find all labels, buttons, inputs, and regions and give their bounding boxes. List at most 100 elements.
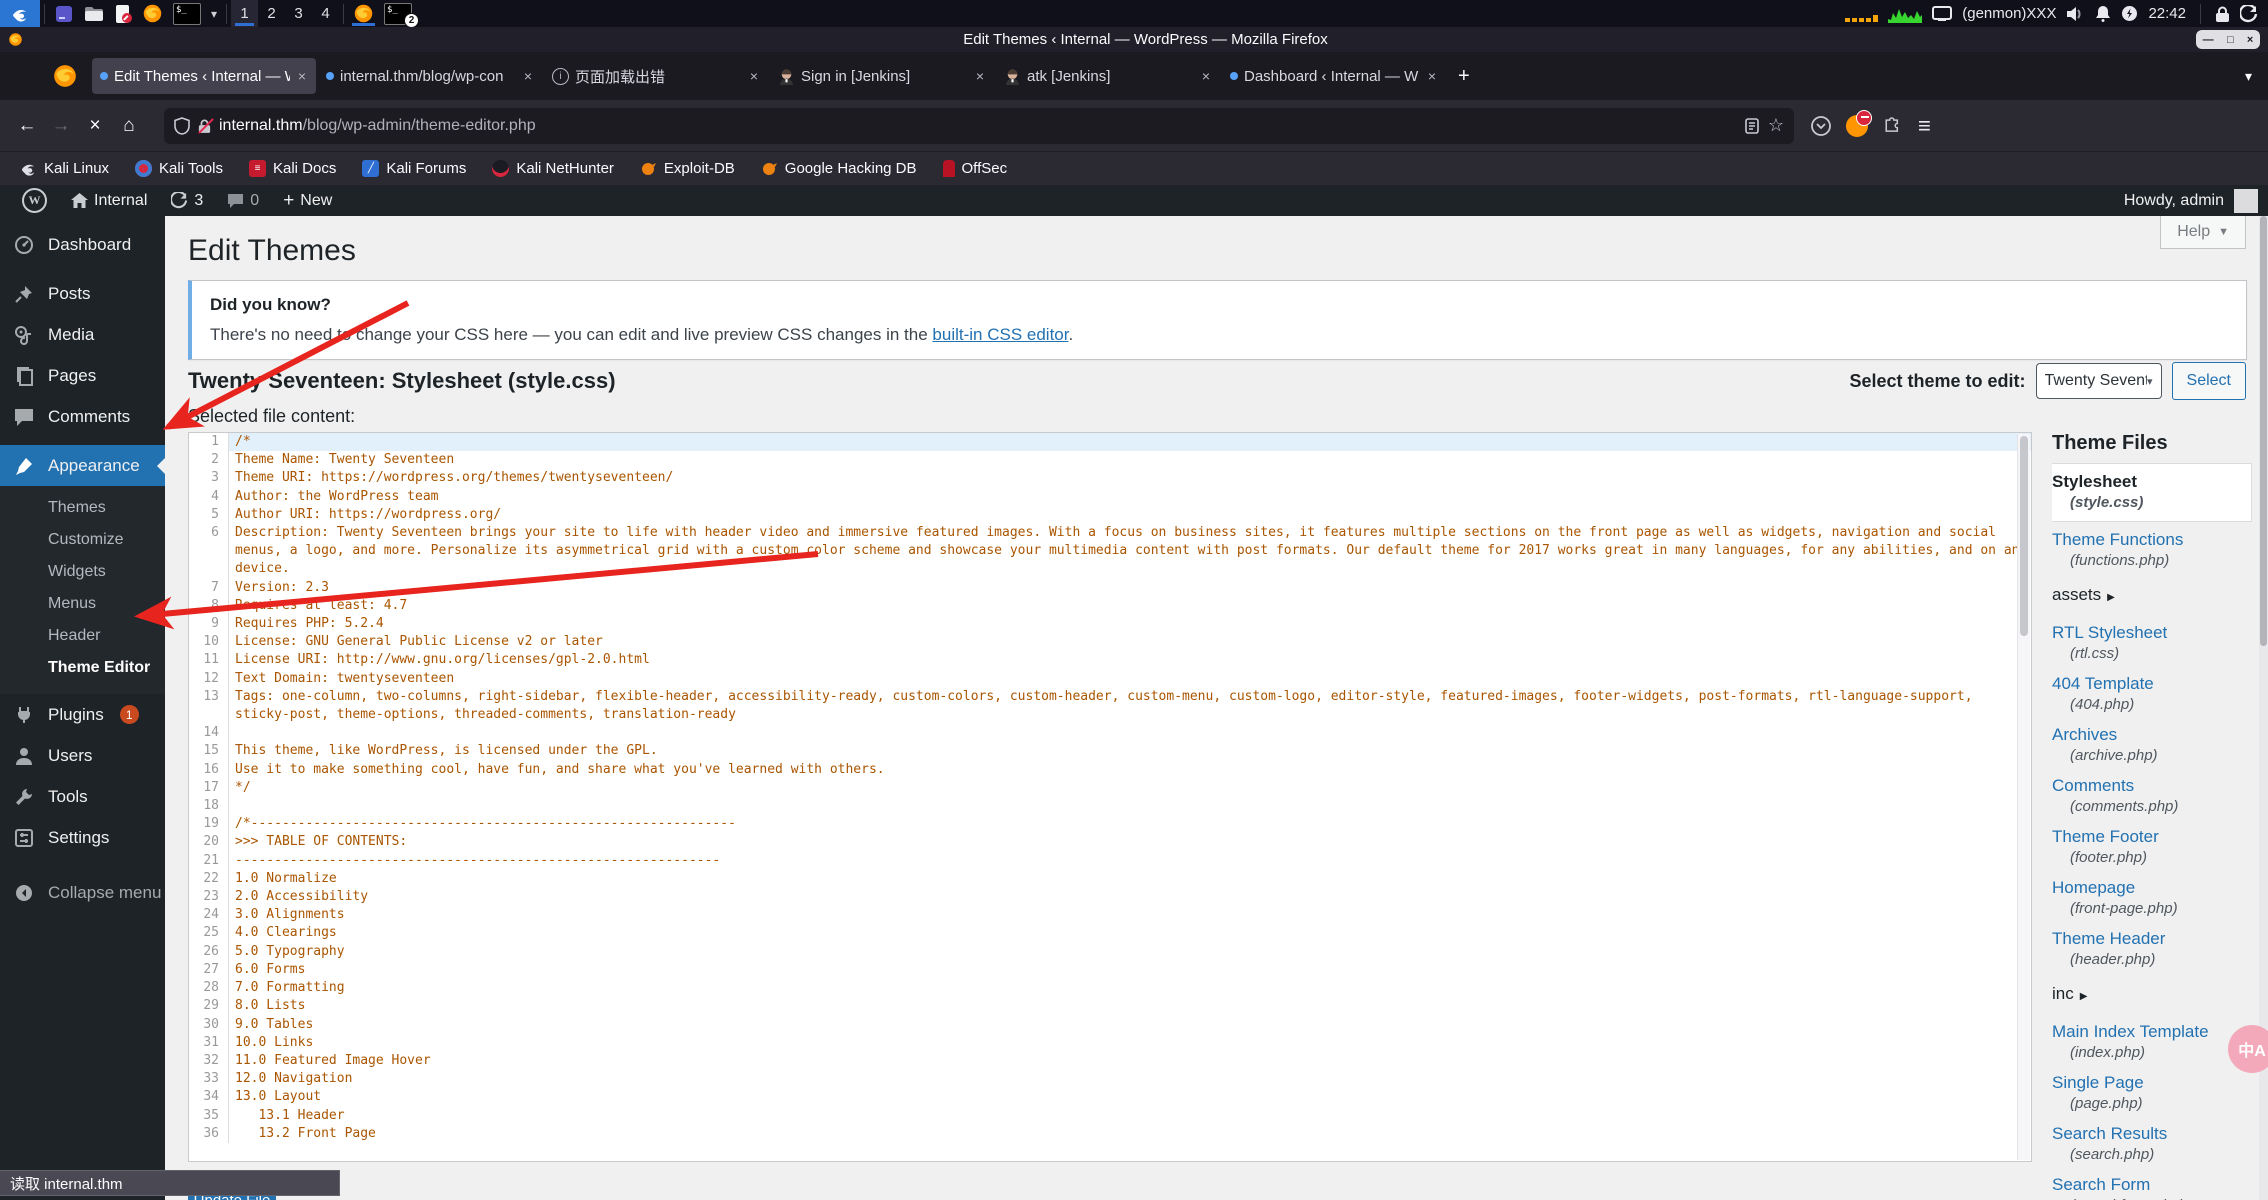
sidebar-item-plugins[interactable]: Plugins 1 (0, 694, 165, 735)
bookmark-offsec[interactable]: OffSec (942, 160, 1007, 177)
tab-close-icon[interactable]: × (974, 68, 986, 84)
theme-file-item[interactable]: Theme Footer▶ (footer.php) (2052, 825, 2252, 870)
theme-file-item[interactable]: Search Form▶ (searchform.php) (2052, 1173, 2252, 1200)
window-titlebar[interactable]: Edit Themes ‹ Internal — WordPress — Moz… (0, 27, 2268, 52)
submenu-themes[interactable]: Themes (0, 492, 165, 524)
code-line[interactable]: 5 Author URI: https://wordpress.org/ (189, 505, 2031, 525)
back-button[interactable]: ← (10, 109, 44, 143)
code-line[interactable]: 13 Tags: one-column, two-columns, right-… (189, 687, 2031, 725)
notifications-bell-icon[interactable] (2095, 5, 2111, 22)
submenu-customize[interactable]: Customize (0, 524, 165, 556)
sidebar-item-appearance[interactable]: Appearance (0, 445, 165, 486)
avatar[interactable] (2234, 188, 2258, 213)
workspace-3[interactable]: 3 (285, 0, 312, 27)
url-bar[interactable]: internal.thm/blog/wp-admin/theme-editor.… (164, 107, 1794, 144)
display-icon[interactable] (1932, 5, 1953, 22)
theme-file-item[interactable]: 404 Template▶ (404.php) (2052, 672, 2252, 717)
site-name-menu[interactable]: Internal (61, 185, 157, 216)
tab-close-icon[interactable]: × (522, 68, 534, 84)
browser-tab-load-error[interactable]: i 页面加载出错 × (544, 58, 768, 94)
url-text[interactable]: internal.thm/blog/wp-admin/theme-editor.… (219, 117, 1736, 135)
sidebar-item-tools[interactable]: Tools (0, 776, 165, 817)
code-line[interactable]: 17 */ (189, 778, 2031, 798)
tab-close-icon[interactable]: × (1426, 68, 1438, 84)
maximize-icon[interactable]: □ (2227, 34, 2234, 46)
firefox-launcher-button[interactable] (137, 0, 168, 27)
theme-file-item[interactable]: assets ▶ (2052, 579, 2252, 615)
theme-file-item[interactable]: Single Page▶ (page.php) (2052, 1071, 2252, 1116)
bookmark-kali-docs[interactable]: ≡ Kali Docs (248, 160, 336, 177)
code-line[interactable]: 32 11.0 Featured Image Hover (189, 1051, 2031, 1071)
list-all-tabs-icon[interactable]: ▾ (2235, 68, 2262, 85)
code-editor[interactable]: 1 /* 2 Theme Name: Twenty Seventeen 3 Th… (188, 432, 2032, 1162)
code-line[interactable]: 30 9.0 Tables (189, 1015, 2031, 1034)
workspace-4[interactable]: 4 (312, 0, 339, 27)
close-icon[interactable]: × (2247, 34, 2253, 46)
code-line[interactable]: 35 13.1 Header (189, 1106, 2031, 1125)
bookmark-ghdb[interactable]: Google Hacking DB (761, 160, 917, 177)
code-line[interactable]: 15 This theme, like WordPress, is licens… (189, 742, 2031, 761)
sidebar-item-pages[interactable]: Pages (0, 355, 165, 396)
submenu-menus[interactable]: Menus (0, 588, 165, 620)
code-line[interactable]: 31 10.0 Links (189, 1033, 2031, 1052)
bookmark-kali-tools[interactable]: Kali Tools (135, 160, 223, 177)
code-line[interactable]: 19 /*-----------------------------------… (189, 815, 2031, 834)
help-button[interactable]: Help ▼ (2160, 216, 2246, 249)
theme-file-item[interactable]: inc ▶ (2052, 978, 2252, 1014)
new-tab-button[interactable]: + (1448, 65, 1480, 88)
insecure-lock-icon[interactable] (198, 118, 211, 134)
code-line[interactable]: 18 (189, 797, 2031, 816)
sidebar-item-comments[interactable]: Comments (0, 396, 165, 437)
theme-file-item[interactable]: Archives▶ (archive.php) (2052, 723, 2252, 768)
clock[interactable]: 22:42 (2148, 5, 2186, 22)
minimize-icon[interactable]: — (2203, 34, 2214, 46)
collapse-menu-button[interactable]: Collapse menu (0, 872, 165, 913)
launcher-dropdown[interactable]: ▾ (206, 0, 222, 27)
code-line[interactable]: 21 -------------------------------------… (189, 851, 2031, 870)
stop-button[interactable]: × (78, 109, 112, 143)
sidebar-item-users[interactable]: Users (0, 735, 165, 776)
sidebar-item-settings[interactable]: Settings (0, 817, 165, 858)
bookmark-kali-linux[interactable]: Kali Linux (20, 160, 109, 177)
volume-icon[interactable] (2066, 6, 2085, 22)
theme-file-item[interactable]: Homepage▶ (front-page.php) (2052, 876, 2252, 921)
bookmark-star-icon[interactable]: ☆ (1768, 115, 1784, 136)
theme-file-item[interactable]: Main Index Template▶ (index.php) (2052, 1020, 2252, 1065)
sidebar-item-dashboard[interactable]: Dashboard (0, 224, 165, 265)
tab-close-icon[interactable]: × (296, 68, 308, 84)
reader-mode-icon[interactable] (1744, 117, 1760, 134)
browser-tab-jenkins-signin[interactable]: Sign in [Jenkins] × (770, 58, 994, 94)
updates-menu[interactable]: 3 (161, 185, 213, 216)
code-line[interactable]: 33 12.0 Navigation (189, 1070, 2031, 1089)
wp-logo-menu[interactable]: W (12, 185, 57, 216)
tab-close-icon[interactable]: × (1200, 68, 1212, 84)
workspace-2[interactable]: 2 (258, 0, 285, 27)
submenu-header[interactable]: Header (0, 620, 165, 652)
code-line[interactable]: 23 2.0 Accessibility (189, 888, 2031, 907)
theme-file-item[interactable]: Theme Header▶ (header.php) (2052, 927, 2252, 972)
pocket-icon[interactable] (1810, 115, 1832, 137)
code-line[interactable]: 26 5.0 Typography (189, 942, 2031, 961)
page-scrollbar-thumb[interactable] (2260, 216, 2267, 646)
code-line[interactable]: 8 Requires at least: 4.7 (189, 596, 2031, 616)
code-line[interactable]: 29 8.0 Lists (189, 997, 2031, 1016)
code-line[interactable]: 11 License URI: http://www.gnu.org/licen… (189, 651, 2031, 670)
kali-menu-button[interactable] (0, 0, 40, 27)
select-theme-button[interactable]: Select (2171, 362, 2246, 400)
bookmark-kali-nethunter[interactable]: Kali NetHunter (492, 160, 614, 177)
window-controls[interactable]: — □ × (2196, 30, 2260, 49)
browser-tab-edit-themes[interactable]: Edit Themes ‹ Internal — W × (92, 58, 316, 94)
taskbar-firefox-window[interactable] (348, 0, 379, 27)
theme-select-dropdown[interactable]: Twenty Seventeen ▾ (2035, 363, 2162, 399)
code-line[interactable]: 25 4.0 Clearings (189, 924, 2031, 943)
browser-tab-wp-config[interactable]: internal.thm/blog/wp-con × (318, 58, 542, 94)
code-line[interactable]: 9 Requires PHP: 5.2.4 (189, 615, 2031, 634)
code-line[interactable]: 22 1.0 Normalize (189, 869, 2031, 889)
home-button[interactable]: ⌂ (112, 109, 146, 143)
code-line[interactable]: 27 6.0 Forms (189, 960, 2031, 980)
tab-close-icon[interactable]: × (748, 68, 760, 84)
code-line[interactable]: 3 Theme URI: https://wordpress.org/theme… (189, 469, 2031, 488)
theme-file-item[interactable]: RTL Stylesheet▶ (rtl.css) (2052, 621, 2252, 666)
code-line[interactable]: 1 /* (189, 433, 2031, 452)
window-app-button[interactable] (49, 0, 79, 27)
